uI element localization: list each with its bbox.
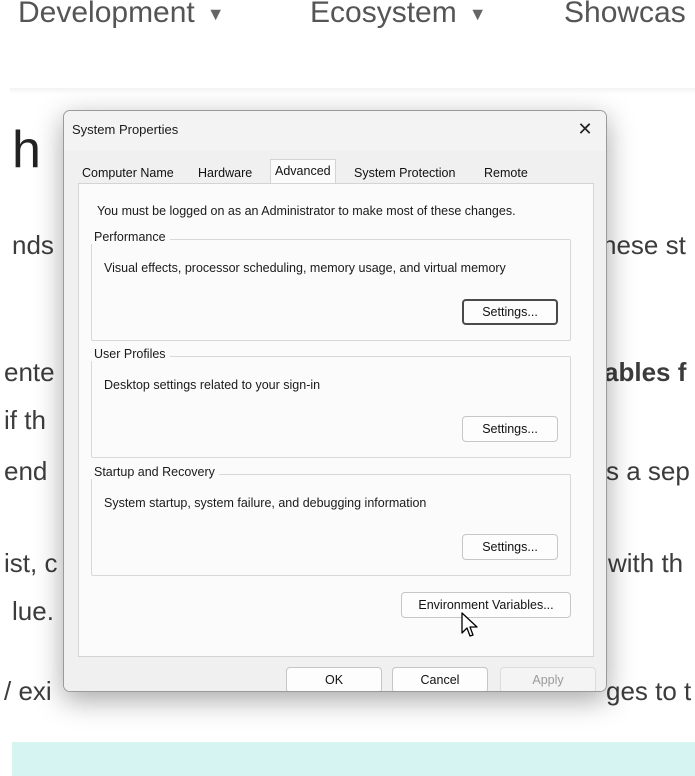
body-text-fragment: with th [608, 548, 684, 578]
body-text-fragment: ables f [604, 357, 687, 387]
close-icon[interactable]: ✕ [570, 115, 600, 143]
user-profiles-settings-button[interactable]: Settings... [462, 416, 558, 442]
body-text-fragment: lue. [12, 596, 54, 626]
dialog-titlebar[interactable]: System Properties ✕ [64, 111, 606, 151]
mouse-pointer-icon [461, 612, 478, 637]
body-text-fragment: / exi [4, 676, 52, 706]
tab-remote[interactable]: Remote [480, 163, 532, 183]
cancel-button[interactable]: Cancel [392, 667, 488, 691]
group-label: Startup and Recovery [90, 465, 219, 479]
nav-item-ecosystem[interactable]: Ecosystem ▼ [310, 0, 487, 30]
dialog-footer: OK Cancel Apply [64, 657, 606, 691]
system-properties-dialog: System Properties ✕ Computer Name Hardwa… [63, 110, 607, 692]
group-label: User Profiles [90, 347, 170, 361]
page-footer-band [12, 742, 695, 776]
nav-item-label: Ecosystem [310, 0, 457, 29]
group-label: Performance [90, 230, 170, 244]
performance-settings-button[interactable]: Settings... [462, 299, 558, 325]
body-text-fragment: s a sep [606, 456, 690, 486]
caret-down-icon: ▼ [206, 3, 225, 24]
body-text-fragment: if th [4, 405, 46, 435]
user-profiles-group: User Profiles Desktop settings related t… [90, 347, 571, 458]
performance-group: Performance Visual effects, processor sc… [90, 230, 571, 341]
group-description: Desktop settings related to your sign-in [104, 378, 321, 392]
body-text-fragment: ente [4, 357, 55, 387]
nav-divider [10, 88, 695, 94]
page-heading-fragment: h [12, 121, 41, 179]
nav-item-development[interactable]: Development ▼ [18, 0, 225, 30]
admin-notice: You must be logged on as an Administrato… [97, 204, 516, 218]
startup-recovery-settings-button[interactable]: Settings... [462, 534, 558, 560]
dialog-title: System Properties [72, 122, 179, 137]
body-text-fragment: ges to t [606, 676, 692, 706]
body-text-fragment: ist, c [4, 548, 58, 578]
tab-advanced[interactable]: Advanced [270, 159, 336, 184]
tab-system-protection[interactable]: System Protection [350, 163, 459, 183]
body-text-fragment: nds [12, 230, 54, 260]
group-description: Visual effects, processor scheduling, me… [104, 261, 506, 275]
apply-button[interactable]: Apply [500, 667, 596, 691]
body-text-fragment: end [4, 456, 48, 486]
tab-hardware[interactable]: Hardware [194, 163, 256, 183]
advanced-tab-panel: You must be logged on as an Administrato… [78, 183, 594, 657]
caret-down-icon: ▼ [468, 3, 487, 24]
tab-computer-name[interactable]: Computer Name [78, 163, 178, 183]
nav-item-showcase[interactable]: Showcas [564, 0, 686, 30]
site-nav: Development ▼ Ecosystem ▼ Showcas [0, 0, 695, 60]
ok-button[interactable]: OK [286, 667, 382, 691]
nav-item-label: Showcas [564, 0, 686, 29]
body-text-fragment: nese st [602, 230, 686, 260]
nav-item-label: Development [18, 0, 195, 29]
group-description: System startup, system failure, and debu… [104, 496, 427, 510]
environment-variables-button[interactable]: Environment Variables... [401, 592, 571, 618]
startup-recovery-group: Startup and Recovery System startup, sys… [90, 465, 571, 576]
